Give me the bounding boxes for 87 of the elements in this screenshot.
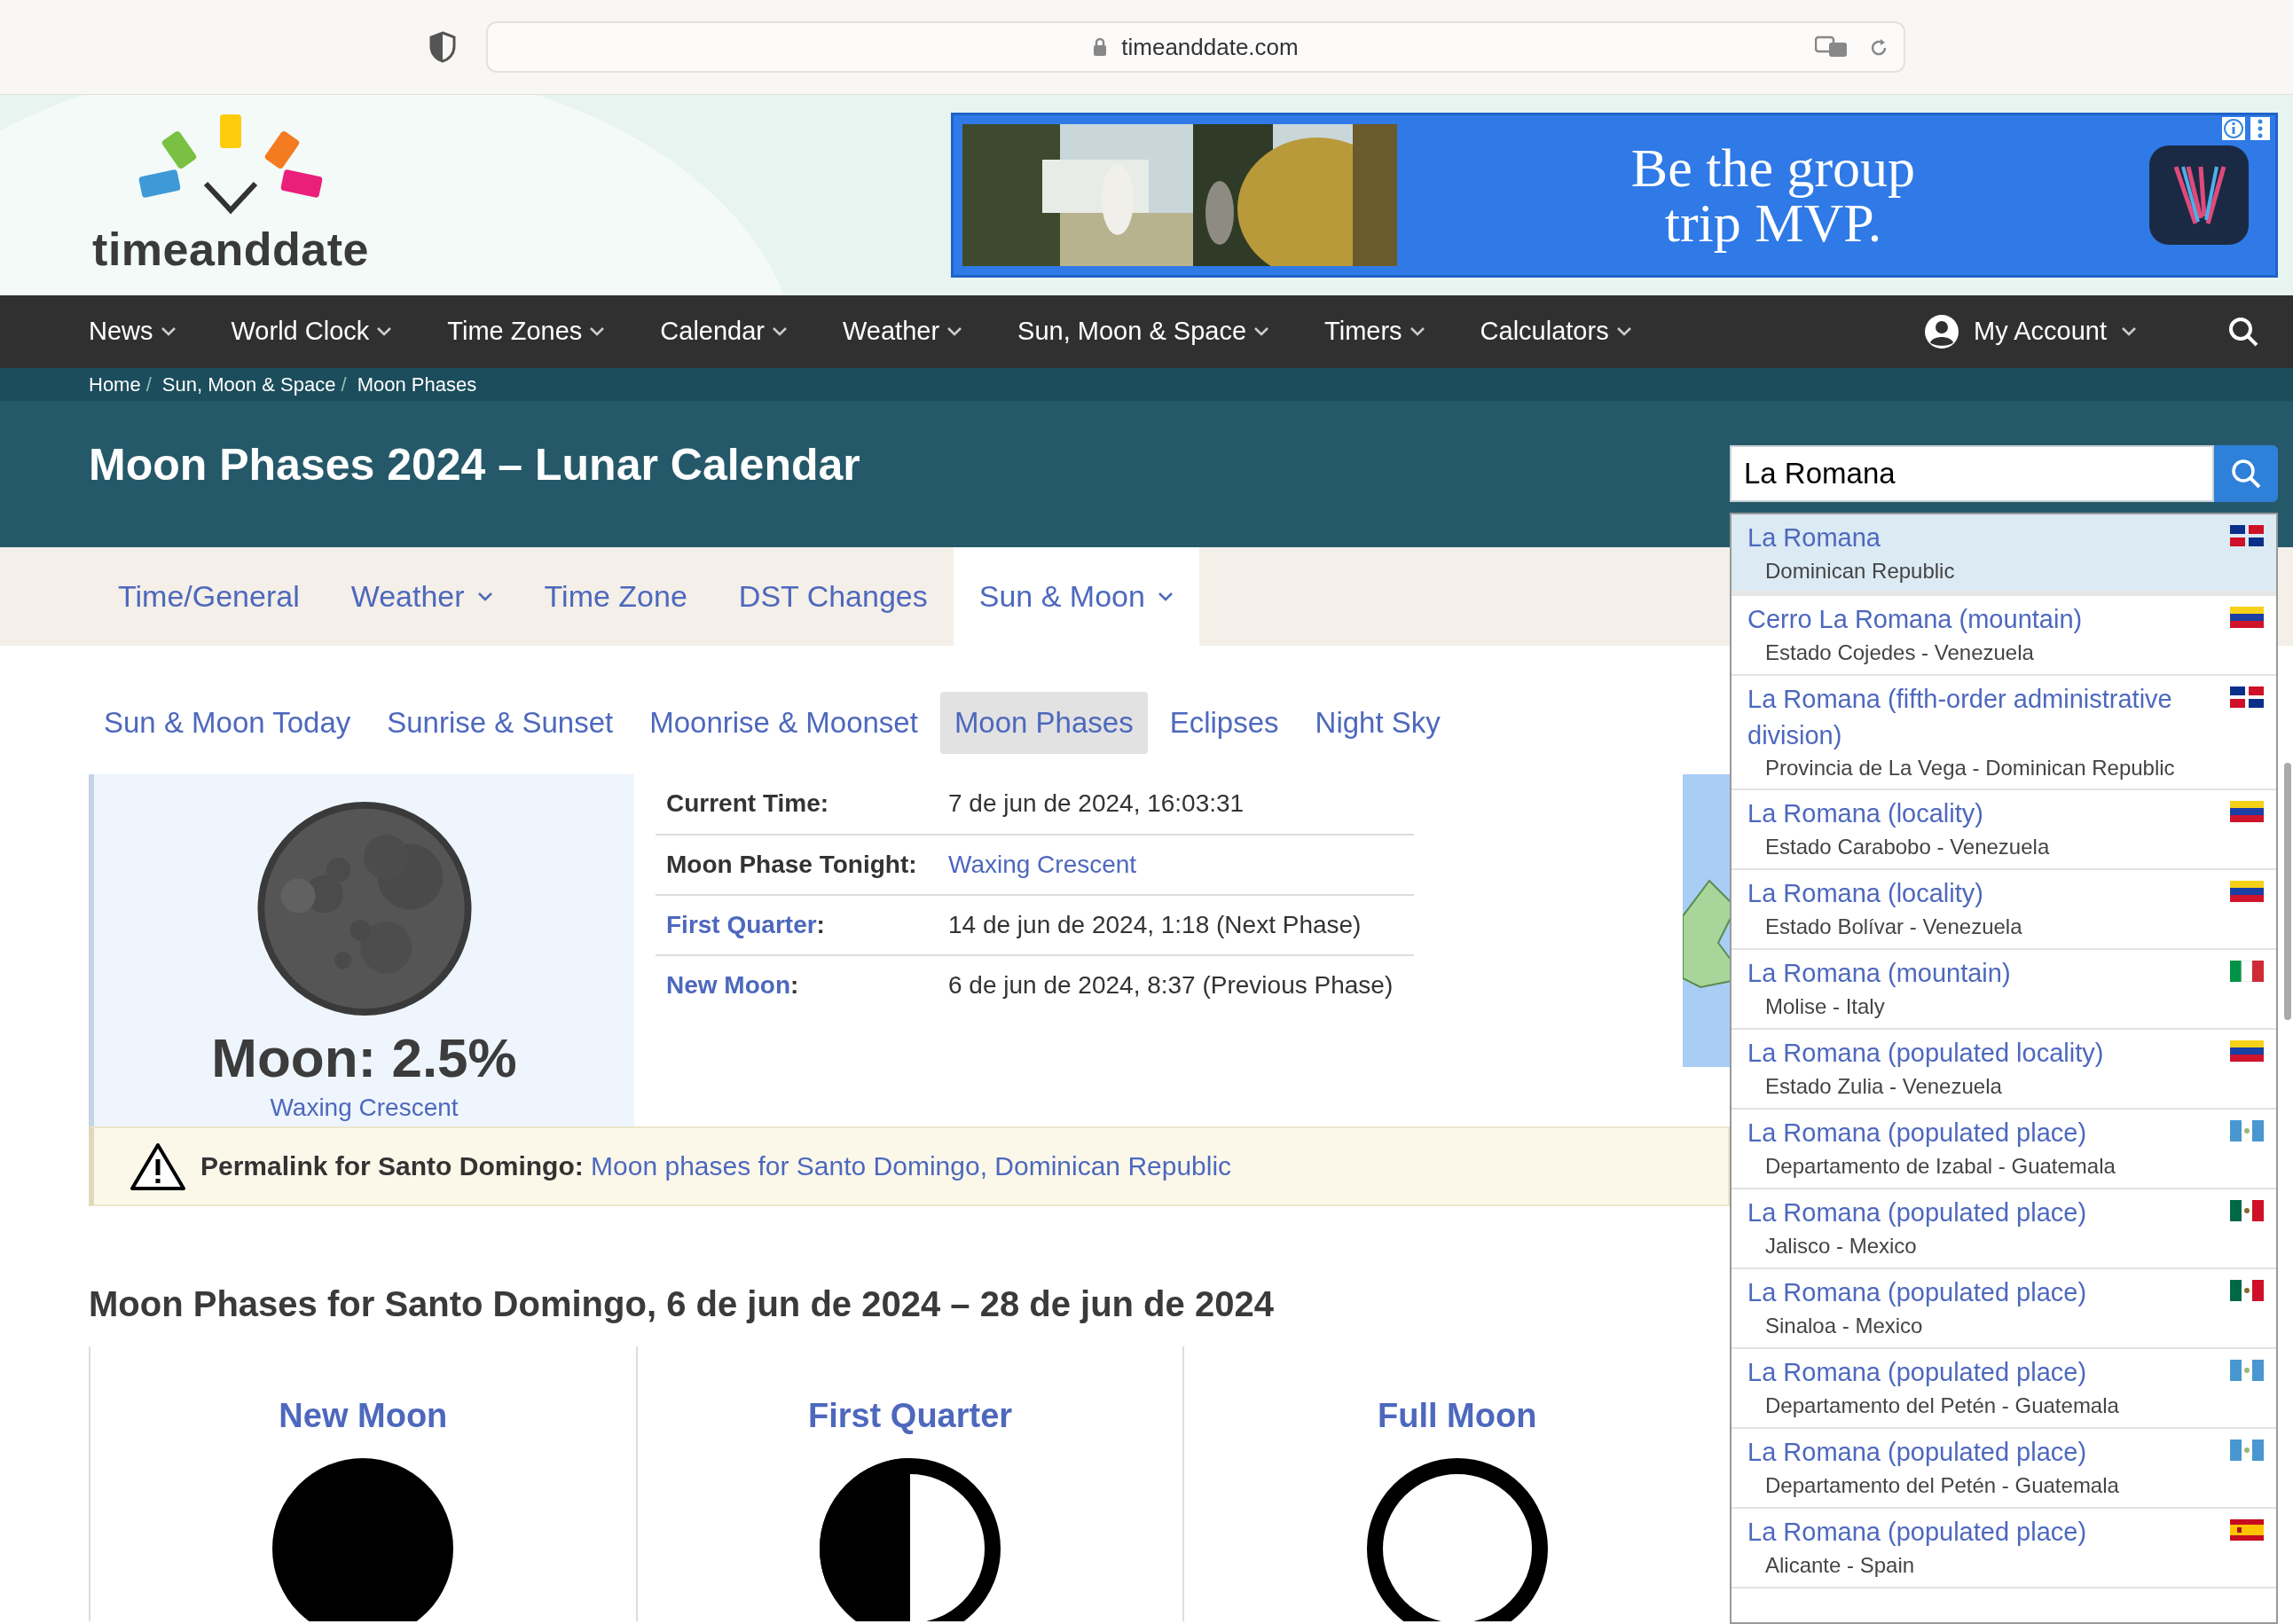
tab[interactable]: Time/General bbox=[92, 547, 326, 646]
tab[interactable]: Weather bbox=[325, 547, 519, 646]
suggestion-item[interactable]: La Romana (populated place) Jalisco - Mexico bbox=[1732, 1189, 2276, 1269]
permalink-text: Permalink for Santo Domingo: Moon phases for Santo Domingo, Dominican Republic bbox=[200, 1150, 1232, 1182]
suggestion-item[interactable]: La Romana (locality) Estado Carabobo - Venezuela bbox=[1732, 789, 2276, 870]
suggestion-item[interactable]: La Romana (mountain) Molise - Italy bbox=[1732, 949, 2276, 1030]
sub-nav-link[interactable]: Moon Phases bbox=[939, 692, 1148, 754]
sub-nav-link[interactable]: Sunrise & Sunset bbox=[373, 692, 628, 754]
lock-icon bbox=[1093, 37, 1108, 57]
info-icon[interactable] bbox=[2222, 117, 2245, 140]
page-title: Moon Phases 2024 – Lunar Calendar bbox=[89, 439, 860, 491]
app-logo-icon bbox=[2149, 145, 2249, 245]
flag-icon bbox=[2230, 960, 2264, 982]
flag-icon bbox=[2230, 607, 2264, 629]
flag-icon bbox=[2230, 800, 2264, 822]
breadcrumb-link[interactable]: Home bbox=[89, 370, 141, 399]
sub-nav-link[interactable]: Sun & Moon Today bbox=[90, 692, 365, 754]
suggestion-item[interactable]: La Romana (fifth-order administrative division) Provincia de La Vega - Dominican Republic bbox=[1732, 676, 2276, 790]
flag-icon bbox=[2230, 1439, 2264, 1461]
warning-icon bbox=[130, 1141, 186, 1191]
more-icon[interactable] bbox=[2250, 117, 2270, 140]
label-colon: : bbox=[816, 910, 825, 938]
scrollbar-thumb[interactable] bbox=[2284, 763, 2291, 1020]
row-value: 7 de jun de 2024, 16:03:31 bbox=[938, 773, 1414, 835]
search-icon bbox=[2229, 457, 2263, 490]
suggestion-item[interactable]: La Romana Dominican Republic bbox=[1732, 514, 2276, 597]
phase-link[interactable]: Waxing Crescent bbox=[948, 850, 1137, 878]
nav-menu-item[interactable]: Sun, Moon & Space bbox=[1017, 312, 1270, 351]
advertisement[interactable]: Be the group trip MVP. bbox=[951, 113, 2278, 278]
phase-link[interactable]: First Quarter bbox=[666, 910, 817, 938]
suggestion-item[interactable]: Cerro La Romana (mountain) Estado Cojedes - Venezuela bbox=[1732, 596, 2276, 677]
url-text: timeanddate.com bbox=[1121, 32, 1299, 62]
sub-nav-link[interactable]: Moonrise & Moonset bbox=[635, 692, 932, 754]
suggestion-item[interactable]: La Romana (locality) Estado Bolívar - Venezuela bbox=[1732, 869, 2276, 950]
flag-icon bbox=[2230, 1359, 2264, 1381]
tab[interactable]: Time Zone bbox=[518, 547, 713, 646]
breadcrumb-separator: / bbox=[341, 373, 347, 397]
flag-icon bbox=[2230, 1119, 2264, 1142]
tab[interactable]: DST Changes bbox=[712, 547, 954, 646]
tab[interactable]: Sun & Moon bbox=[953, 547, 1199, 646]
user-icon bbox=[1924, 314, 1960, 349]
suggestion-item[interactable]: La Romana (populated place) Alicante - Spain bbox=[1732, 1508, 2276, 1589]
suggestion-item[interactable]: La Romana (populated place) Departamento de Izabal - Guatemala bbox=[1732, 1109, 2276, 1189]
suggestion-item[interactable]: La Romana (populated place) Departamento del Petén - Guatemala bbox=[1732, 1348, 2276, 1429]
nav-menu-item[interactable]: Weather bbox=[843, 312, 963, 351]
address-bar[interactable]: timeanddate.com bbox=[486, 21, 1905, 73]
search-button[interactable] bbox=[2214, 445, 2278, 502]
account-menu[interactable]: My Account bbox=[1924, 312, 2137, 351]
section-heading: Moon Phases for Santo Domingo, 6 de jun de 2024 – 28 de jun de 2024 bbox=[89, 1283, 1275, 1325]
moon-phase-link[interactable]: Waxing Crescent bbox=[270, 1088, 459, 1126]
logo-text[interactable]: timeanddate bbox=[92, 226, 369, 272]
search-field[interactable]: La Romana bbox=[1730, 445, 2214, 502]
flag-icon bbox=[2230, 1199, 2264, 1221]
row-label: Moon Phase Tonight: bbox=[656, 834, 938, 895]
flag-icon bbox=[2230, 525, 2264, 546]
permalink-link[interactable]: Moon phases for Santo Domingo, Dominican Republic bbox=[591, 1151, 1232, 1181]
sub-nav-link[interactable]: Night Sky bbox=[1300, 692, 1455, 754]
suggestion-item[interactable]: La Romana (populated place) Sinaloa - Mexico bbox=[1732, 1268, 2276, 1349]
phase-link[interactable]: New Moon bbox=[666, 971, 790, 999]
flag-icon bbox=[2230, 1518, 2264, 1541]
nav-menu-item[interactable]: Calendar bbox=[660, 312, 788, 351]
suggestion-item[interactable]: La Romana (populated locality) Estado Zulia - Venezuela bbox=[1732, 1029, 2276, 1110]
flag-icon bbox=[2230, 1040, 2264, 1062]
breadcrumb-link[interactable]: Moon Phases bbox=[357, 370, 477, 399]
flag-icon bbox=[2230, 686, 2264, 709]
nav-menu-item[interactable]: Calculators bbox=[1480, 312, 1632, 351]
row-label: Current Time: bbox=[656, 773, 938, 835]
row-value: 6 de jun de 2024, 8:37 (Previous Phase) bbox=[938, 954, 1414, 1016]
shield-icon bbox=[429, 31, 456, 63]
breadcrumb-separator: / bbox=[145, 373, 152, 397]
breadcrumb-link[interactable]: Sun, Moon & Space bbox=[161, 370, 336, 399]
flag-icon bbox=[2230, 880, 2264, 902]
search-icon[interactable] bbox=[2227, 316, 2259, 348]
phase-name-link[interactable]: New Moon bbox=[279, 1390, 448, 1441]
sub-nav-link[interactable]: Eclipses bbox=[1155, 692, 1293, 754]
suggestion-item[interactable]: La Romana (populated place) Departamento del Petén - Guatemala bbox=[1732, 1428, 2276, 1509]
nav-menu-item[interactable]: Time Zones bbox=[447, 312, 606, 351]
phase-name-link[interactable]: First Quarter bbox=[807, 1390, 1013, 1441]
flag-icon bbox=[2230, 1279, 2264, 1301]
phase-name-link[interactable]: Full Moon bbox=[1378, 1390, 1537, 1441]
translate-icon[interactable] bbox=[1815, 35, 1849, 59]
row-value: 14 de jun de 2024, 1:18 (Next Phase) bbox=[938, 894, 1414, 955]
label-colon: : bbox=[790, 971, 799, 999]
nav-menu-item[interactable]: News bbox=[89, 312, 177, 351]
nav-menu-item[interactable]: World Clock bbox=[231, 312, 393, 351]
nav-menu-item[interactable]: Timers bbox=[1324, 312, 1425, 351]
moon-illumination: Moon: 2.5% bbox=[211, 1030, 517, 1086]
